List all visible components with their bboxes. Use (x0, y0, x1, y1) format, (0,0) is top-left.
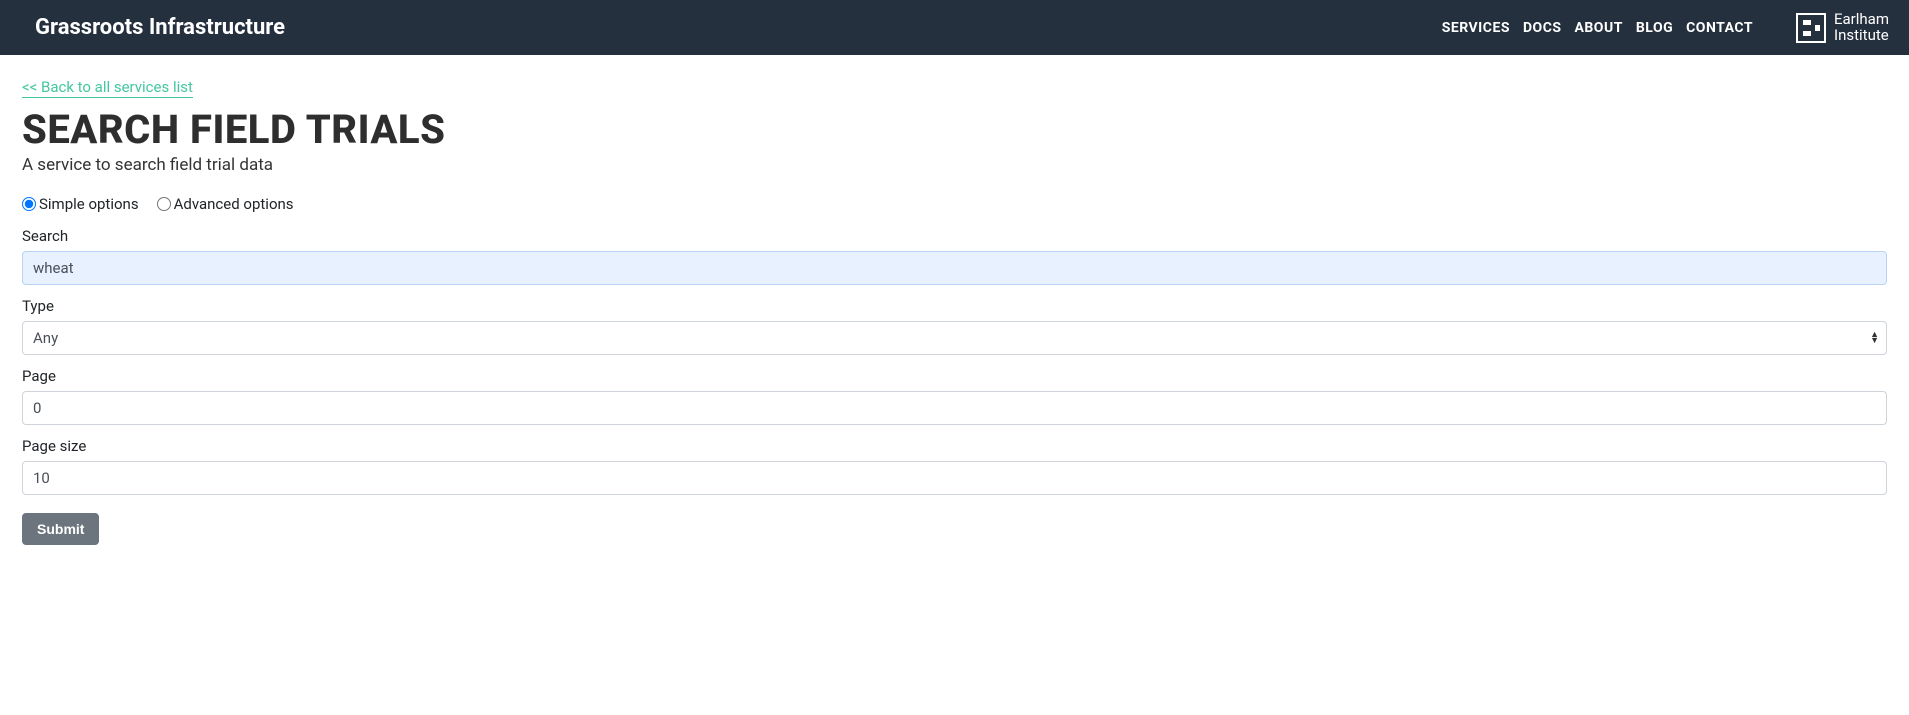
advanced-options-label[interactable]: Advanced options (157, 195, 294, 213)
options-radio-row: Simple options Advanced options (22, 195, 1887, 213)
navbar: Grassroots Infrastructure SERVICES DOCS … (0, 0, 1909, 55)
page-input[interactable] (22, 391, 1887, 425)
back-link[interactable]: << Back to all services list (22, 78, 193, 98)
type-select-wrap: Any ▲▼ (22, 321, 1887, 355)
page-label: Page (22, 367, 1887, 385)
simple-options-radio[interactable] (22, 197, 36, 211)
nav-services[interactable]: SERVICES (1442, 20, 1510, 36)
search-input[interactable] (22, 251, 1887, 285)
search-label: Search (22, 227, 1887, 245)
nav-contact[interactable]: CONTACT (1686, 20, 1753, 36)
nav-blog[interactable]: BLOG (1636, 20, 1673, 36)
main-content: << Back to all services list SEARCH FIEL… (0, 55, 1909, 567)
page-size-label: Page size (22, 437, 1887, 455)
earlham-logo-icon (1796, 13, 1826, 43)
type-label: Type (22, 297, 1887, 315)
brand-link[interactable]: Grassroots Infrastructure (35, 15, 285, 40)
advanced-options-radio[interactable] (157, 197, 171, 211)
simple-options-label[interactable]: Simple options (22, 195, 139, 213)
type-select[interactable]: Any (22, 321, 1887, 355)
logo-line-2: Institute (1834, 28, 1889, 44)
advanced-options-text: Advanced options (174, 195, 294, 213)
institute-logo-text: Earlham Institute (1834, 12, 1889, 44)
page-size-group: Page size (22, 437, 1887, 495)
nav-about[interactable]: ABOUT (1574, 20, 1622, 36)
search-group: Search (22, 227, 1887, 285)
page-title: SEARCH FIELD TRIALS (22, 106, 1887, 153)
simple-options-text: Simple options (39, 195, 139, 213)
page-subtitle: A service to search field trial data (22, 155, 1887, 175)
page-size-input[interactable] (22, 461, 1887, 495)
nav-right: SERVICES DOCS ABOUT BLOG CONTACT Earlham… (1442, 12, 1889, 44)
page-group: Page (22, 367, 1887, 425)
type-group: Type Any ▲▼ (22, 297, 1887, 355)
nav-docs[interactable]: DOCS (1523, 20, 1562, 36)
submit-button[interactable]: Submit (22, 513, 99, 545)
institute-logo: Earlham Institute (1796, 12, 1889, 44)
